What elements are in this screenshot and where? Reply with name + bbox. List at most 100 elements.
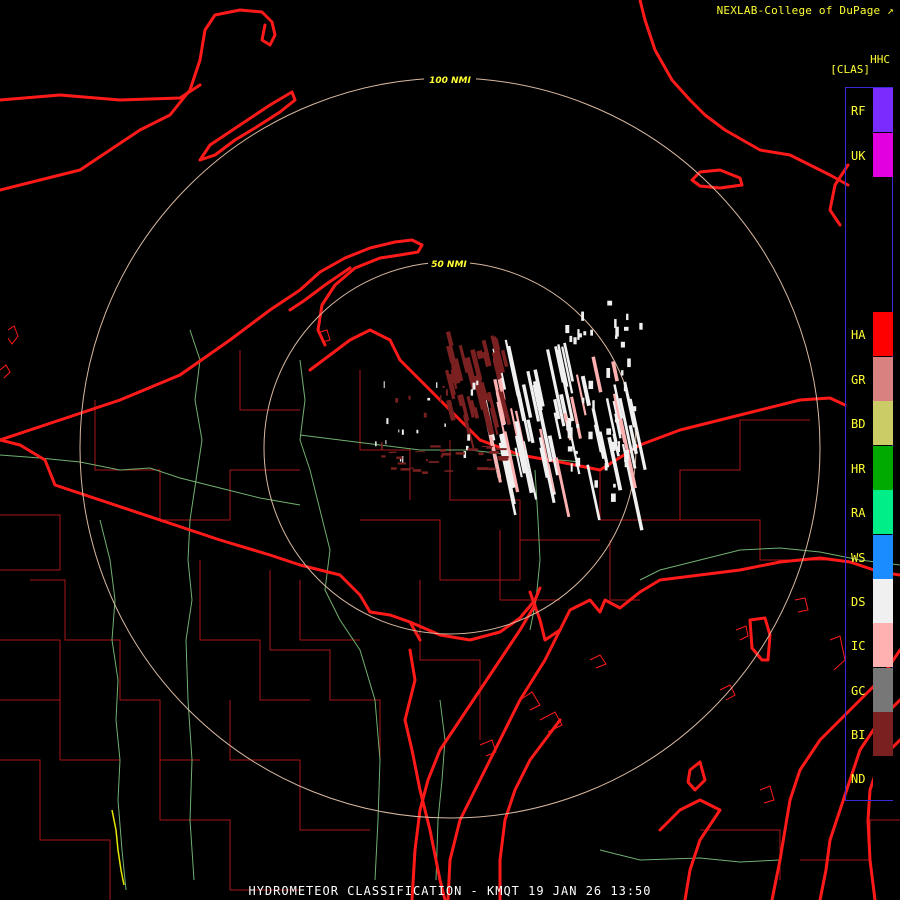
echo-198 (486, 458, 492, 461)
echo-115 (590, 329, 594, 336)
echo-184 (439, 395, 442, 403)
radar-map: 100 NMI 50 NMI (0, 0, 900, 900)
echo-131 (623, 326, 629, 331)
echo-139 (607, 300, 613, 306)
echo-209 (455, 452, 465, 455)
legend-label-bi: BI (851, 728, 866, 742)
echo-164 (398, 429, 400, 433)
echo-183 (442, 385, 445, 388)
echo-142 (626, 313, 629, 321)
echo-123 (565, 324, 570, 334)
echo-144 (573, 337, 577, 345)
echo-153 (623, 383, 627, 392)
echo-93 (476, 350, 484, 360)
echo-156 (416, 429, 419, 434)
legend-label-gr: GR (851, 373, 866, 387)
echo-116 (579, 333, 582, 338)
echo-143 (606, 428, 612, 435)
echo-148 (574, 450, 578, 455)
echo-193 (400, 468, 411, 471)
echo-135 (576, 424, 580, 429)
echo-159 (383, 381, 385, 388)
legend-label-bd: BD (851, 417, 866, 431)
legend-swatch-gr (873, 357, 893, 401)
echo-151 (611, 441, 616, 451)
classification-tag: [CLAS] (830, 63, 870, 76)
echo-149 (606, 368, 611, 378)
echo-158 (472, 382, 476, 390)
echo-26 (504, 339, 519, 397)
legend-label-ic: IC (851, 639, 866, 653)
echo-154 (627, 358, 631, 368)
legend-swatch-bi (873, 712, 893, 756)
echo-167 (470, 389, 474, 396)
legend-label-nd: ND (851, 772, 866, 786)
echo-195 (477, 467, 489, 471)
legend-label-hr: HR (851, 462, 866, 476)
echo-168 (467, 434, 471, 441)
echo-185 (388, 451, 397, 453)
legend-label-ra: RA (851, 506, 866, 520)
echo-211 (396, 456, 403, 460)
echo-147 (610, 493, 616, 502)
legend-swatch-uk (873, 133, 893, 177)
echo-206 (497, 458, 509, 460)
echo-128 (567, 427, 573, 439)
echo-133 (614, 319, 617, 328)
echo-145 (624, 452, 629, 463)
external-link-icon[interactable]: ↗ (887, 4, 894, 17)
echo-189 (444, 470, 454, 472)
echo-155 (380, 442, 383, 450)
echo-199 (430, 445, 441, 448)
legend-swatch-nd (873, 756, 893, 800)
echo-117 (582, 397, 585, 404)
legend-label-ds: DS (851, 595, 866, 609)
echo-67 (611, 360, 619, 382)
echo-180 (465, 418, 468, 426)
legend-swatch-bd (873, 401, 893, 445)
echo-212 (488, 450, 500, 454)
echo-214 (440, 449, 446, 452)
echo-55 (586, 464, 601, 521)
echo-175 (445, 389, 448, 396)
legend-label-uk: UK (851, 149, 866, 163)
echo-196 (390, 467, 397, 470)
legend-swatch-ds (873, 579, 893, 623)
legend-label-ha: HA (851, 328, 866, 342)
legend-label-rf: RF (851, 104, 866, 118)
echo-169 (427, 397, 431, 401)
echo-114 (639, 322, 643, 330)
echo-140 (588, 380, 594, 390)
credit-label: NEXLAB-College of DuPage ↗ (717, 4, 894, 17)
product-code: HHC (870, 53, 890, 66)
echo-174 (436, 382, 438, 388)
echo-205 (495, 448, 507, 451)
echo-213 (428, 461, 440, 463)
echo-179 (385, 440, 387, 445)
radar-echoes (375, 300, 647, 531)
echo-124 (575, 457, 581, 467)
echo-127 (618, 441, 621, 452)
echo-111 (604, 462, 608, 471)
echo-203 (415, 451, 425, 453)
echo-122 (632, 406, 637, 412)
echo-208 (441, 452, 452, 456)
echo-162 (375, 441, 377, 447)
echo-191 (481, 445, 494, 447)
echo-204 (412, 469, 422, 472)
echo-178 (395, 398, 399, 403)
product-footer: HYDROMETEOR CLASSIFICATION - KMQT 19 JAN… (248, 884, 652, 898)
echo-163 (444, 423, 446, 427)
echo-57 (591, 407, 606, 460)
echo-136 (594, 480, 598, 488)
echo-182 (426, 459, 428, 462)
echo-161 (401, 429, 404, 435)
echo-126 (632, 444, 638, 451)
ring-label-100-nmi: 100 NMI (429, 76, 471, 86)
echo-110 (620, 341, 625, 348)
legend-swatch-gc (873, 668, 893, 712)
echo-129 (581, 311, 585, 321)
echo-172 (386, 418, 389, 425)
echo-138 (569, 335, 573, 343)
legend-swatch-ra (873, 490, 893, 534)
